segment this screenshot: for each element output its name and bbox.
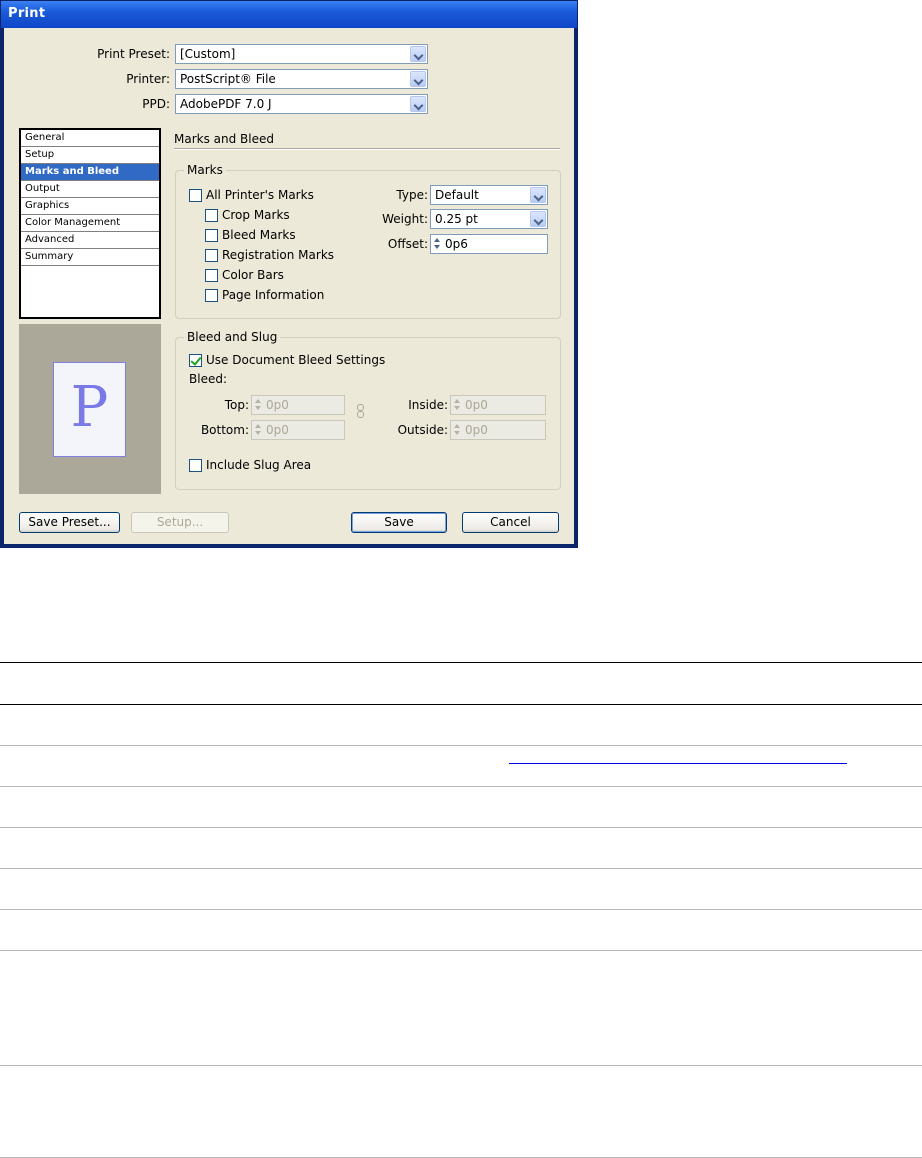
checkbox-label: Use Document Bleed Settings	[206, 353, 386, 367]
nav-item-advanced[interactable]: Advanced	[21, 232, 159, 249]
page-preview: P	[19, 324, 161, 494]
checkbox-box[interactable]	[205, 249, 218, 262]
ppd-select[interactable]: AdobePDF 7.0 J	[175, 94, 428, 114]
checkbox-label: All Printer's Marks	[206, 188, 314, 202]
inside-bleed-stepper[interactable]: 0p0	[450, 395, 546, 415]
weight-select[interactable]: 0.25 pt	[430, 209, 548, 229]
cancel-button[interactable]: Cancel	[462, 512, 559, 533]
bleed-label: Bleed:	[189, 372, 227, 386]
spinner-arrows-icon[interactable]	[453, 423, 462, 437]
marks-group-label: Marks	[184, 163, 226, 177]
nav-item-graphics[interactable]: Graphics	[21, 198, 159, 215]
nav-item-output[interactable]: Output	[21, 181, 159, 198]
printer-select[interactable]: PostScript® File	[175, 69, 428, 89]
print-dialog: Print Print Preset: [Custom] Printer: Po…	[0, 0, 578, 548]
chevron-down-icon[interactable]	[410, 46, 426, 62]
checkbox-box[interactable]	[205, 269, 218, 282]
weight-label: Weight:	[382, 212, 428, 226]
checkbox-box-checked[interactable]	[189, 354, 202, 367]
preview-page: P	[53, 362, 126, 457]
checkbox-box[interactable]	[189, 459, 202, 472]
nav-item-general[interactable]: General	[21, 130, 159, 147]
table-row-divider	[0, 868, 922, 869]
checkbox-box[interactable]	[205, 229, 218, 242]
section-title: Marks and Bleed	[174, 132, 274, 146]
setup-button[interactable]: Setup...	[131, 512, 229, 533]
table-row-divider	[0, 745, 922, 746]
chevron-down-icon[interactable]	[530, 211, 546, 227]
type-select[interactable]: Default	[430, 185, 548, 205]
spinner-arrows-icon[interactable]	[433, 237, 442, 251]
checkbox-box[interactable]	[189, 189, 202, 202]
chevron-down-icon[interactable]	[530, 187, 546, 203]
preview-glyph: P	[70, 375, 109, 440]
title-bar[interactable]: Print	[1, 1, 577, 28]
chevron-down-icon[interactable]	[410, 71, 426, 87]
top-bleed-value: 0p0	[266, 398, 289, 412]
checkbox-label: Crop Marks	[222, 208, 290, 222]
spinner-arrows-icon[interactable]	[254, 398, 263, 412]
outside-bleed-value: 0p0	[465, 423, 488, 437]
checkbox-label: Registration Marks	[222, 248, 335, 262]
dialog-body: Print Preset: [Custom] Printer: PostScri…	[4, 28, 574, 544]
nav-item-summary[interactable]: Summary	[21, 249, 159, 266]
nav-item-setup[interactable]: Setup	[21, 147, 159, 164]
table-row-divider	[0, 786, 922, 787]
print-preset-select[interactable]: [Custom]	[175, 44, 428, 64]
nav-item-color-management[interactable]: Color Management	[21, 215, 159, 232]
top-bleed-stepper[interactable]: 0p0	[251, 395, 345, 415]
inside-bleed-value: 0p0	[465, 398, 488, 412]
spinner-arrows-icon[interactable]	[254, 423, 263, 437]
bottom-bleed-stepper[interactable]: 0p0	[251, 420, 345, 440]
section-divider	[174, 148, 560, 150]
table-top-rule	[0, 662, 922, 663]
bottom-label: Bottom:	[200, 423, 249, 437]
print-preset-label: Print Preset:	[97, 47, 170, 61]
ppd-value: AdobePDF 7.0 J	[180, 97, 272, 111]
spinner-arrows-icon[interactable]	[453, 398, 462, 412]
type-label: Type:	[396, 188, 428, 202]
offset-value: 0p6	[445, 237, 468, 251]
bleed-slug-group-label: Bleed and Slug	[184, 330, 281, 344]
ppd-label: PPD:	[142, 97, 170, 111]
outside-label: Outside:	[397, 423, 448, 437]
weight-value: 0.25 pt	[435, 212, 478, 226]
table-row-divider	[0, 827, 922, 828]
inside-label: Inside:	[408, 398, 448, 412]
type-value: Default	[435, 188, 479, 202]
table-row-divider	[0, 909, 922, 910]
window-title: Print	[8, 6, 46, 21]
offset-label: Offset:	[387, 237, 428, 251]
checkbox-label: Bleed Marks	[222, 228, 296, 242]
table-row-divider	[0, 950, 922, 951]
table-header-rule	[0, 704, 922, 705]
chevron-down-icon[interactable]	[410, 96, 426, 112]
chain-link-icon[interactable]	[354, 404, 366, 418]
print-preset-value: [Custom]	[180, 47, 236, 61]
save-button[interactable]: Save	[351, 512, 447, 533]
checkbox-label: Page Information	[222, 288, 325, 302]
checkbox-label: Include Slug Area	[206, 458, 312, 472]
outside-bleed-stepper[interactable]: 0p0	[450, 420, 546, 440]
bottom-bleed-value: 0p0	[266, 423, 289, 437]
checkbox-box[interactable]	[205, 289, 218, 302]
save-preset-button[interactable]: Save Preset...	[19, 512, 120, 533]
hyperlink-underline[interactable]	[509, 763, 847, 764]
top-label: Top:	[224, 398, 249, 412]
printer-value: PostScript® File	[180, 72, 276, 86]
checkbox-box[interactable]	[205, 209, 218, 222]
category-list: General Setup Marks and Bleed Output Gra…	[19, 128, 161, 319]
offset-stepper[interactable]: 0p6	[430, 234, 548, 254]
table-row-divider	[0, 1065, 922, 1066]
nav-item-marks-and-bleed[interactable]: Marks and Bleed	[21, 164, 159, 181]
checkbox-label: Color Bars	[222, 268, 284, 282]
printer-label: Printer:	[126, 72, 170, 86]
